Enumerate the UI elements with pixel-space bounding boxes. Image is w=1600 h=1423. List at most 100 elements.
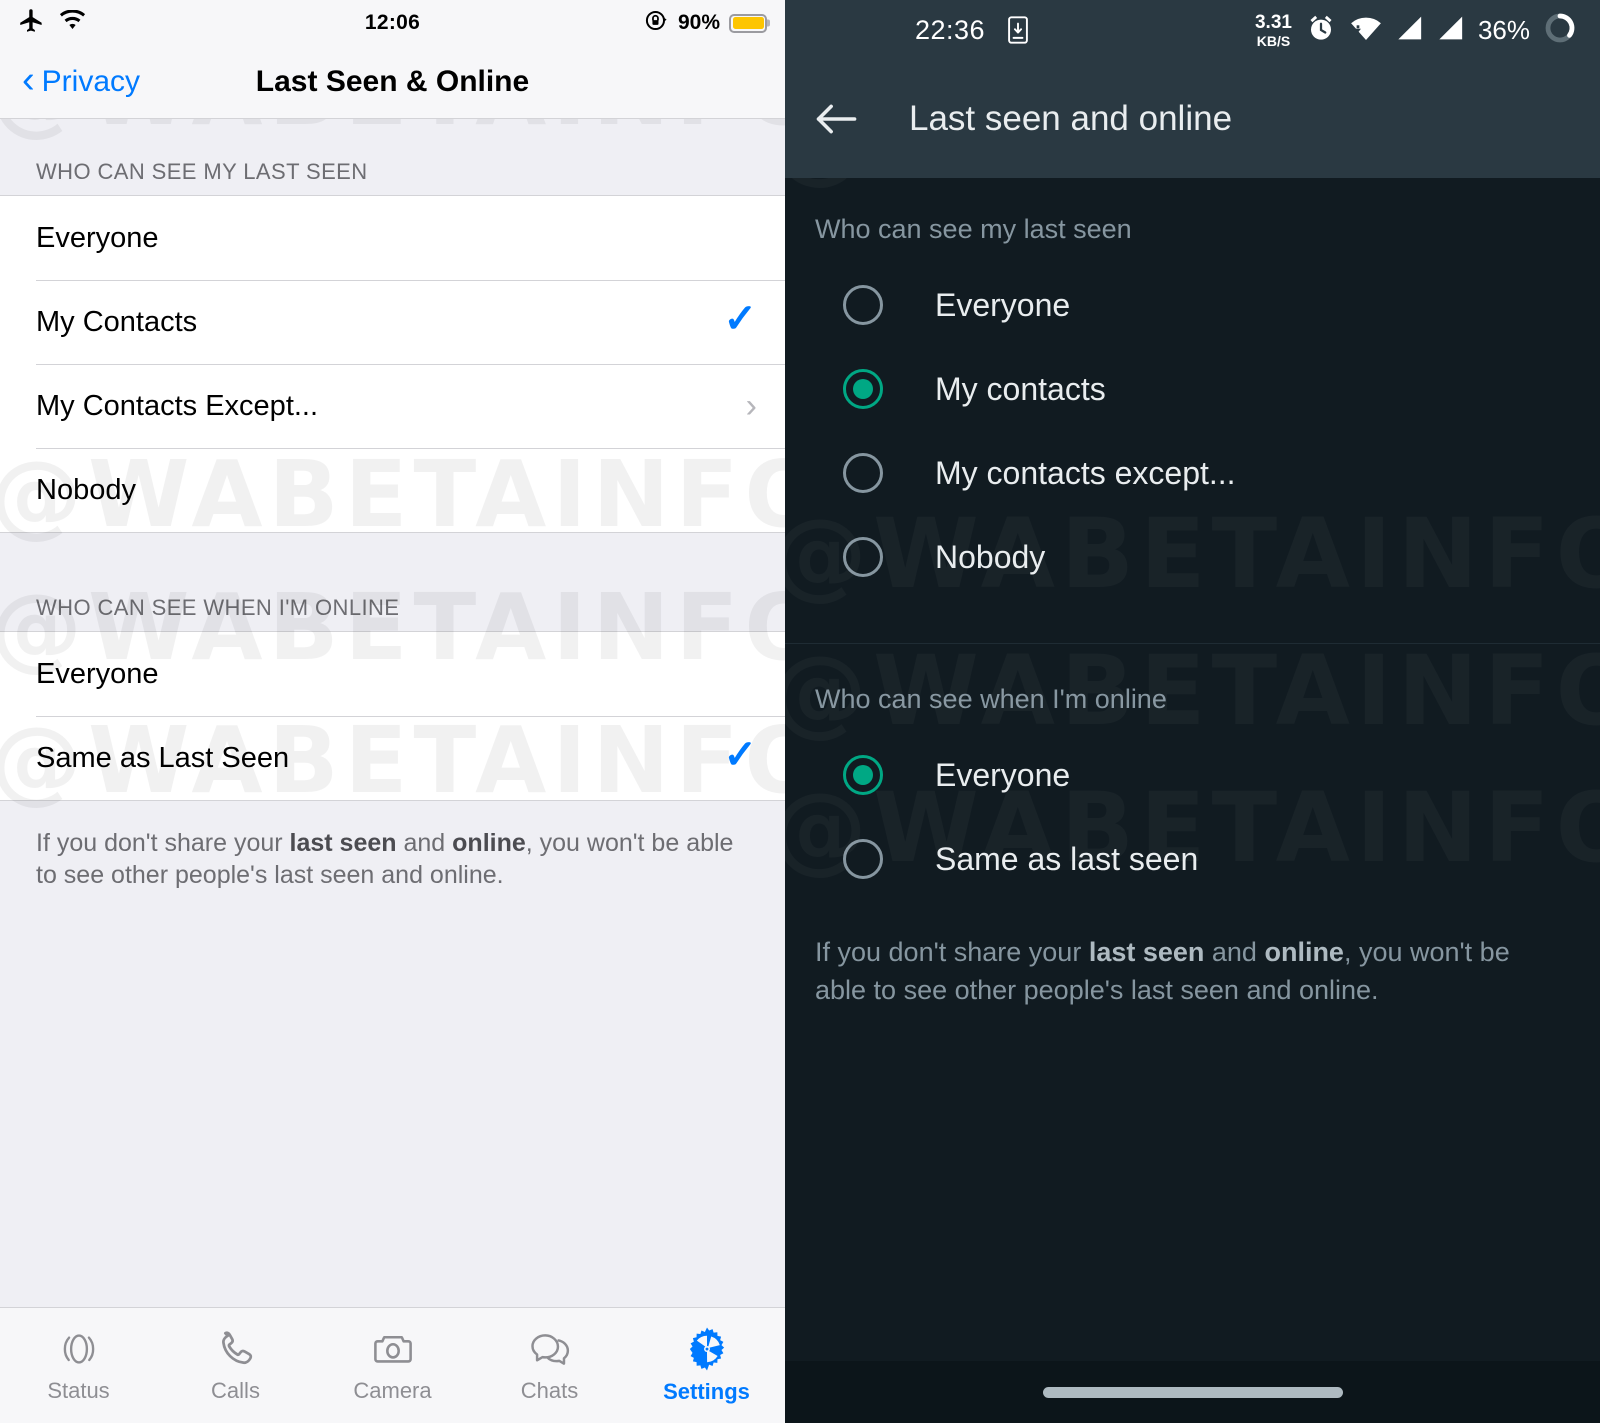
- android-panel: 22:36 3.31 KB/S 36% Last seen and online…: [785, 0, 1600, 1423]
- option-group-online: Everyone Same as Last Seen ✓: [0, 631, 785, 801]
- tab-label: Status: [47, 1378, 110, 1403]
- tab-label: Settings: [663, 1379, 750, 1404]
- radio-row-everyone[interactable]: Everyone: [785, 263, 1600, 347]
- row-accessory: ✓: [723, 299, 757, 339]
- radio-button-selected[interactable]: [843, 755, 883, 795]
- radio-label: Same as last seen: [935, 840, 1199, 877]
- radio-label: My contacts: [935, 370, 1106, 407]
- tab-label: Camera: [353, 1378, 432, 1403]
- radio-button-unselected[interactable]: [843, 537, 883, 577]
- android-battery-percent: 36%: [1477, 14, 1530, 45]
- footnote-part-1: If you don't share your: [815, 937, 1089, 967]
- data-rate-value: 3.31: [1254, 11, 1292, 33]
- ios-nav-bar: ‹ Privacy Last Seen & Online: [0, 46, 785, 119]
- radio-button-unselected[interactable]: [843, 453, 883, 493]
- tab-chats[interactable]: Chats: [471, 1327, 628, 1404]
- tab-camera[interactable]: Camera: [314, 1327, 471, 1404]
- android-section-last-seen: Who can see my last seen Everyone My con…: [785, 178, 1600, 599]
- radio-row-my-contacts-except[interactable]: My contacts except...: [785, 431, 1600, 515]
- radio-row-nobody[interactable]: Nobody: [785, 515, 1600, 599]
- gear-icon: [684, 1326, 730, 1372]
- footnote-bold-online: online: [1264, 937, 1344, 967]
- row-accessory: ›: [746, 389, 757, 423]
- tab-calls[interactable]: Calls: [157, 1327, 314, 1404]
- option-label: My Contacts: [36, 305, 198, 338]
- rotation-lock-icon: [644, 8, 669, 38]
- phone-icon: [214, 1327, 258, 1371]
- radio-label: My contacts except...: [935, 454, 1236, 491]
- option-row-my-contacts[interactable]: My Contacts ✓: [0, 280, 785, 364]
- footnote-part-2: and: [1204, 937, 1265, 967]
- option-label: My Contacts Except...: [36, 389, 319, 422]
- ios-content: @WABETAINFO @WABETAINFO @WABETAINFO @WAB…: [0, 119, 785, 1307]
- ios-battery-percent: 90%: [677, 11, 720, 34]
- status-rings-icon: [57, 1327, 101, 1371]
- option-row-online-everyone[interactable]: Everyone: [0, 632, 785, 716]
- signal-bars-icon: [1437, 15, 1464, 46]
- home-pill-indicator[interactable]: [1042, 1386, 1343, 1398]
- android-status-right: 3.31 KB/S 36%: [1255, 12, 1576, 49]
- tab-status[interactable]: Status: [0, 1327, 157, 1404]
- radio-button-unselected[interactable]: [843, 839, 883, 879]
- android-clock: 22:36: [915, 14, 986, 45]
- back-button[interactable]: ‹ Privacy: [0, 61, 141, 99]
- data-rate-indicator: 3.31 KB/S: [1255, 13, 1292, 48]
- android-nav-bar: [785, 1361, 1600, 1423]
- android-status-bar: 22:36 3.31 KB/S 36%: [785, 0, 1600, 60]
- ios-tab-bar: Status Calls Camera Chats Settings: [0, 1307, 785, 1423]
- option-row-everyone[interactable]: Everyone: [0, 196, 785, 280]
- radio-row-online-everyone[interactable]: Everyone: [785, 733, 1600, 817]
- page-title: Last seen and online: [909, 99, 1233, 138]
- tab-settings[interactable]: Settings: [628, 1326, 785, 1405]
- ios-status-bar: 12:06 90%: [0, 0, 785, 46]
- footnote-bold-last-seen: last seen: [289, 829, 397, 857]
- phone-download-icon: [1007, 16, 1029, 44]
- option-row-nobody[interactable]: Nobody: [0, 448, 785, 532]
- row-accessory: ✓: [723, 735, 757, 775]
- footnote-bold-online: online: [452, 829, 526, 857]
- section-header-last-seen: WHO CAN SEE MY LAST SEEN: [0, 119, 785, 195]
- section-header-last-seen: Who can see my last seen: [815, 214, 1132, 244]
- radio-label: Nobody: [935, 538, 1046, 575]
- tab-label: Chats: [520, 1378, 579, 1403]
- option-row-same-as-last-seen[interactable]: Same as Last Seen ✓: [0, 716, 785, 800]
- section-header-online: Who can see when I'm online: [815, 684, 1167, 714]
- radio-label: Everyone: [935, 756, 1071, 793]
- alarm-clock-icon: [1306, 13, 1336, 48]
- option-label: Nobody: [36, 473, 136, 506]
- wifi-download-icon: [1350, 15, 1382, 46]
- section-header-online: WHO CAN SEE WHEN I'M ONLINE: [0, 533, 785, 631]
- footnote-text: If you don't share your last seen and on…: [785, 901, 1600, 1010]
- data-rate-unit: KB/S: [1256, 32, 1291, 49]
- radio-button-selected[interactable]: [843, 369, 883, 409]
- chevron-left-icon: ‹: [22, 59, 35, 101]
- radio-label: Everyone: [935, 286, 1071, 323]
- tab-label: Calls: [211, 1378, 260, 1403]
- footnote-part-2: and: [396, 829, 453, 857]
- option-label: Same as Last Seen: [36, 741, 290, 774]
- footnote-text: If you don't share your last seen and on…: [0, 801, 785, 891]
- option-group-last-seen: Everyone My Contacts ✓ My Contacts Excep…: [0, 195, 785, 533]
- ios-panel: 12:06 90% ‹ Privacy Last Seen & Online W…: [0, 0, 785, 1423]
- signal-bars-icon: [1396, 15, 1423, 46]
- battery-icon: [729, 13, 767, 33]
- chat-bubbles-icon: [527, 1327, 573, 1371]
- android-content: @WABETAINFO @WABETAINFO @WABETAINFO @WAB…: [785, 178, 1600, 1361]
- radio-button-unselected[interactable]: [843, 285, 883, 325]
- footnote-part-1: If you don't share your: [36, 829, 290, 857]
- radio-row-my-contacts[interactable]: My contacts: [785, 347, 1600, 431]
- arrow-left-icon[interactable]: [815, 102, 857, 136]
- checkmark-icon: ✓: [723, 733, 757, 777]
- camera-icon: [371, 1327, 415, 1371]
- option-row-my-contacts-except[interactable]: My Contacts Except... ›: [0, 364, 785, 448]
- radio-row-same-as-last-seen[interactable]: Same as last seen: [785, 817, 1600, 901]
- checkmark-icon: ✓: [723, 297, 757, 341]
- android-app-bar: Last seen and online: [785, 60, 1600, 178]
- option-label: Everyone: [36, 657, 159, 690]
- battery-ring-icon: [1544, 12, 1576, 49]
- screenshot-root: 12:06 90% ‹ Privacy Last Seen & Online W…: [0, 0, 1600, 1423]
- back-button-label: Privacy: [41, 65, 141, 98]
- android-section-online: Who can see when I'm online Everyone Sam…: [785, 643, 1600, 1010]
- ios-status-right: 90%: [644, 8, 767, 38]
- chevron-right-icon: ›: [745, 387, 757, 425]
